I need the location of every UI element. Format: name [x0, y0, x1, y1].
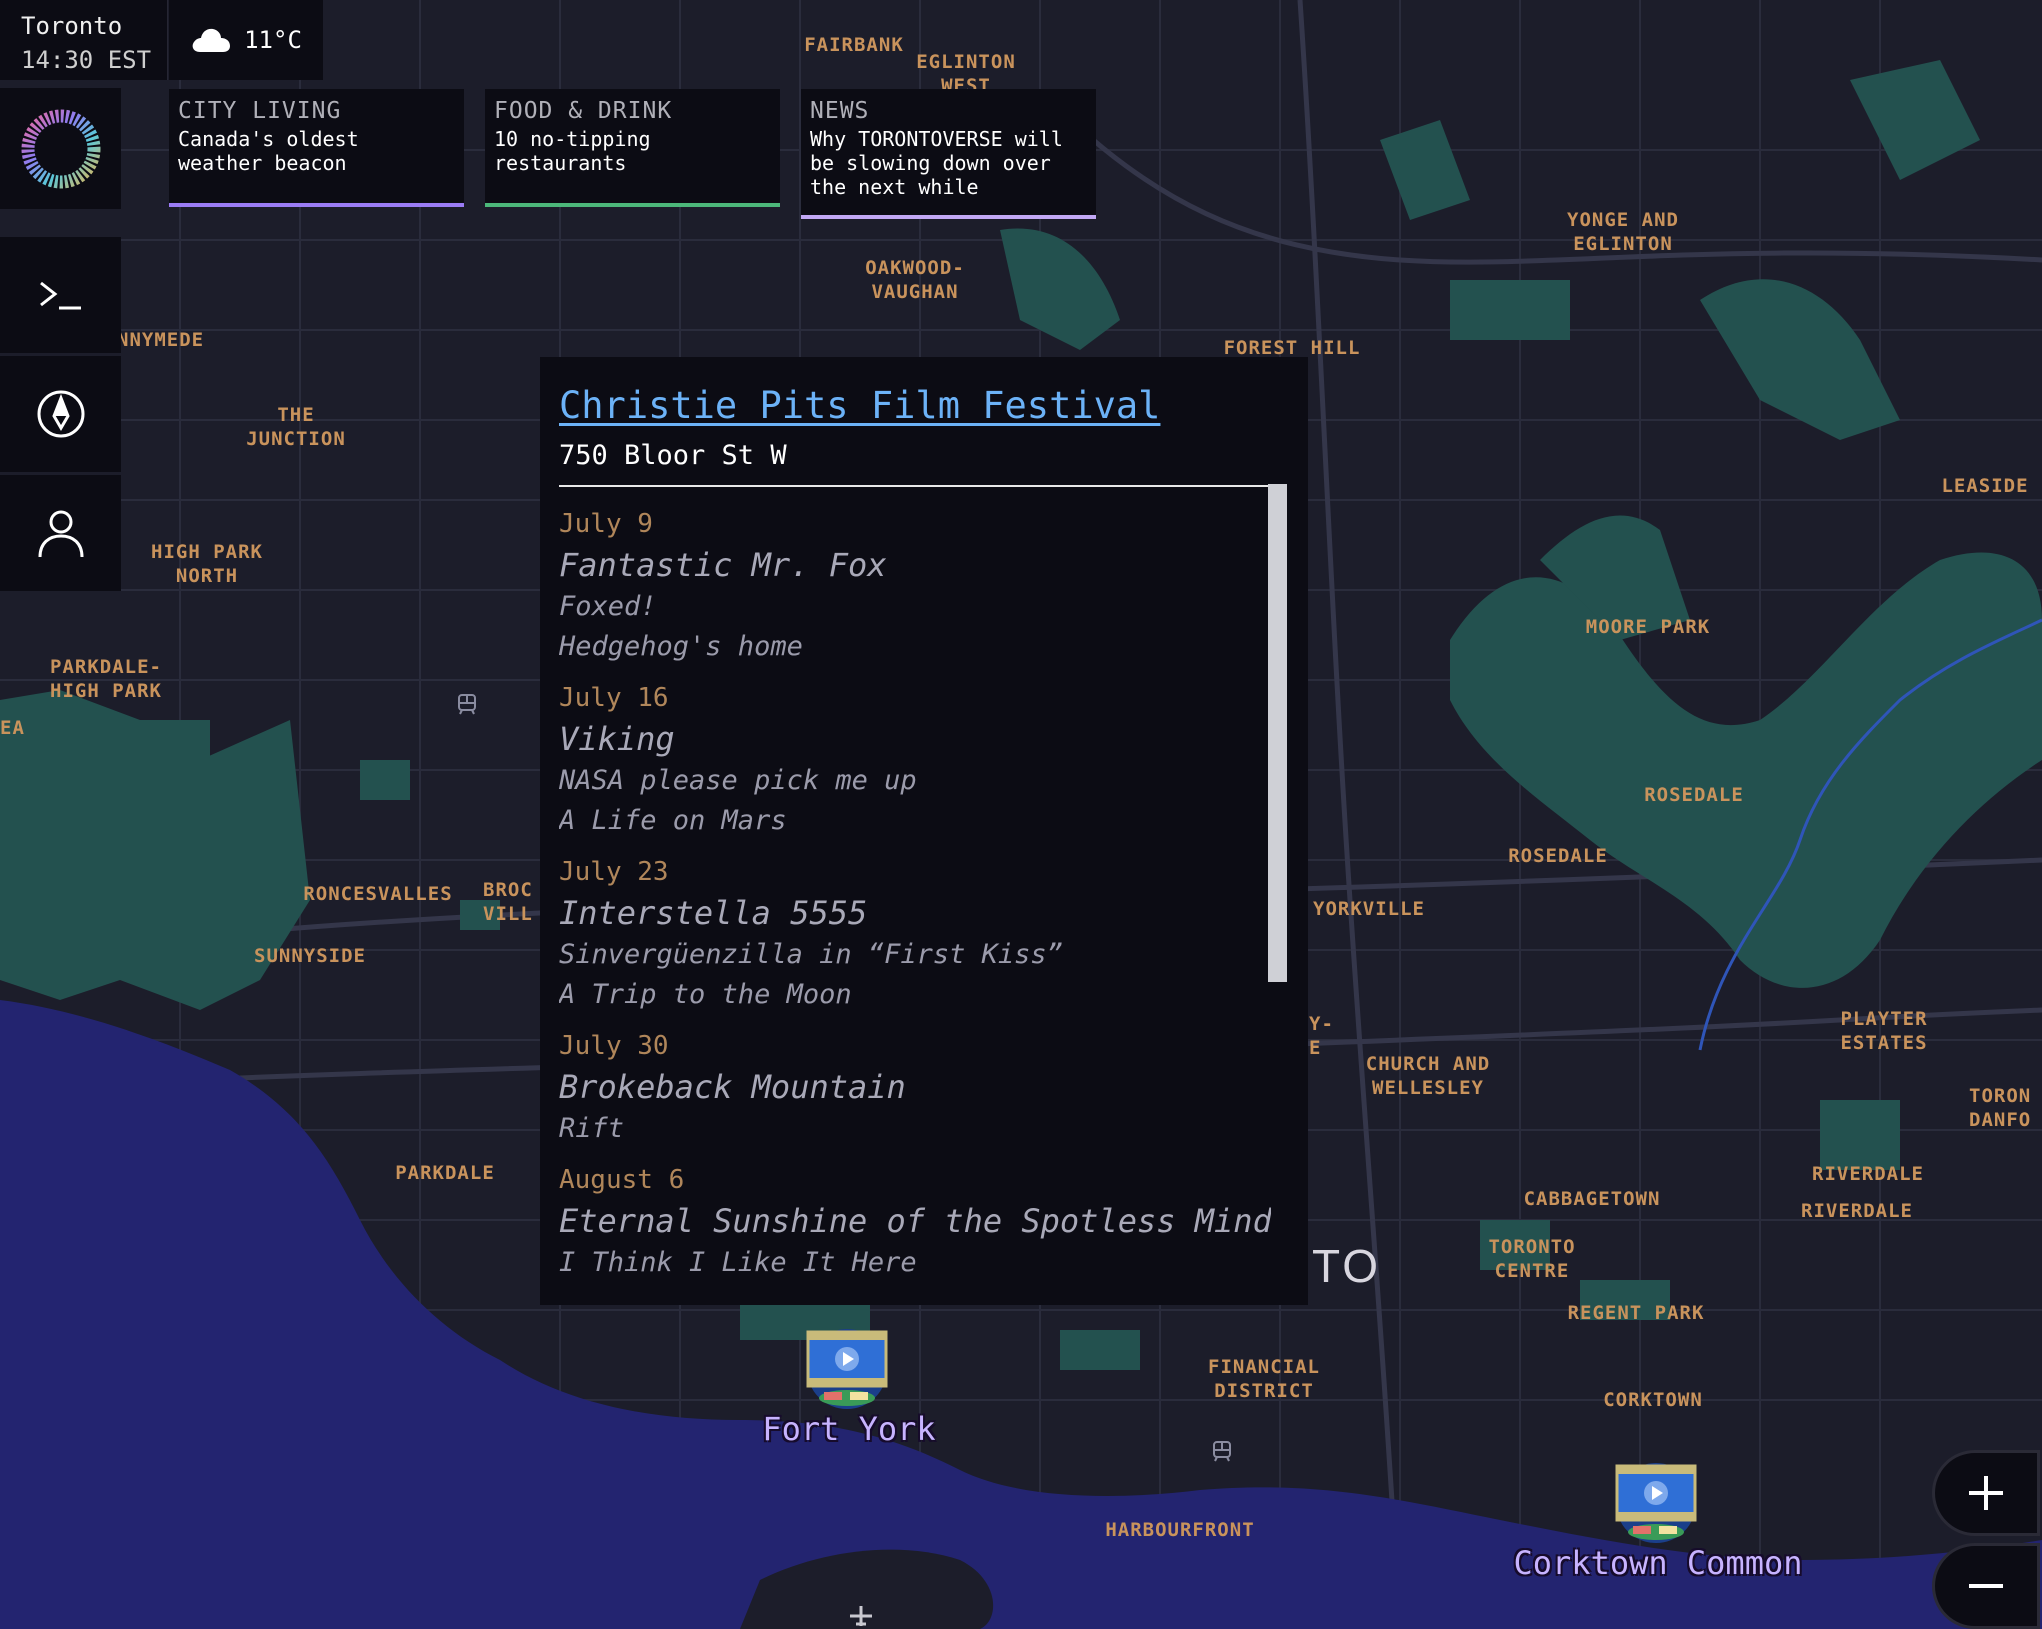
map-label-cabbagetown: CABBAGETOWN: [1523, 1188, 1661, 1210]
news-card-category: CITY LIVING: [178, 98, 342, 124]
map-label-toronto-centre: TORONTO CENTRE: [1488, 1236, 1576, 1282]
zoom-in-button[interactable]: [1932, 1450, 2040, 1536]
schedule-date: July 9: [559, 509, 653, 539]
feature-film: Brokeback Mountain: [559, 1068, 906, 1106]
map-label-riverdale-2: RIVERDALE: [1801, 1200, 1913, 1222]
schedule-list[interactable]: July 9 Fantastic Mr. Fox Foxed! Hedgehog…: [559, 487, 1271, 1277]
compass-icon: [37, 390, 84, 438]
airport-icon: [850, 1606, 872, 1626]
short-film: Foxed!: [559, 591, 657, 622]
map-label-regent-park: REGENT PARK: [1567, 1302, 1705, 1324]
zoom-out-button[interactable]: [1932, 1543, 2040, 1629]
schedule-date: July 23: [559, 857, 669, 887]
map-label-fairbank: FAIRBANK: [804, 34, 904, 56]
map-label-roncesvalles: RONCESVALLES: [303, 883, 453, 905]
short-film: NASA please pick me up: [559, 765, 917, 796]
map-label-oakwood-vaughan: OAKWOOD- VAUGHAN: [865, 257, 965, 303]
map-label-financial-district: FINANCIAL DISTRICT: [1208, 1356, 1320, 1402]
schedule-scrollbar[interactable]: [1268, 484, 1287, 982]
map-label-cut-ye: Y- E: [1309, 1013, 1334, 1059]
map-label-leaside: LEASIDE: [1941, 475, 2029, 497]
map-label-moore-park: MOORE PARK: [1585, 616, 1711, 638]
compass-button[interactable]: [0, 354, 121, 472]
map-label-brockton-village: BROC VILL: [483, 879, 533, 925]
terminal-icon: [39, 281, 81, 310]
short-film: Rift: [559, 1113, 625, 1144]
location-city: Toronto: [21, 12, 123, 40]
news-card-category: FOOD & DRINK: [494, 98, 673, 124]
map-label-parkdale-high-park: PARKDALE- HIGH PARK: [50, 656, 162, 702]
schedule-date: August 6: [559, 1165, 685, 1195]
location-widget[interactable]: Toronto 14:30 EST: [0, 0, 168, 80]
short-film: Hedgehog's home: [559, 631, 803, 662]
news-card-accent-bar: [169, 203, 464, 207]
map-label-rosedale-1: ROSEDALE: [1644, 784, 1744, 806]
location-time: 14:30 EST: [21, 46, 152, 74]
map-label-yonge-eglinton: YONGE AND EGLINTON: [1567, 209, 1679, 255]
event-popup: Christie Pits Film Festival 750 Bloor St…: [540, 357, 1308, 1305]
news-card-news[interactable]: NEWS Why TORONTOVERSE will be slowing do…: [801, 89, 1096, 219]
map-label-playter-estates: PLAYTER ESTATES: [1840, 1008, 1928, 1054]
schedule-day: August 6 Eternal Sunshine of the Spotles…: [559, 1161, 1271, 1277]
film-screen-icon[interactable]: [804, 1326, 890, 1412]
map-label-church-wellesley: CHURCH AND WELLESLEY: [1365, 1053, 1491, 1099]
news-card-accent-bar: [801, 215, 1096, 219]
short-film: A Life on Mars: [559, 805, 787, 836]
map-label-the-junction: THE JUNCTION: [246, 404, 346, 450]
map-label-runnymede: NNYMEDE: [117, 329, 205, 351]
weather-temperature: 11°C: [244, 26, 302, 54]
schedule-day: July 30 Brokeback Mountain Rift: [559, 1027, 1271, 1149]
map-label-city: TO: [1312, 1240, 1382, 1292]
feature-film: Fantastic Mr. Fox: [559, 546, 887, 584]
schedule-day: July 23 Interstella 5555 Sinvergüenzilla…: [559, 853, 1271, 1015]
marker-label-corktown-common[interactable]: Corktown Common: [1514, 1544, 1803, 1582]
map-label-danforth: TORON DANFO: [1969, 1085, 2032, 1131]
map-label-yorkville: YORKVILLE: [1313, 898, 1425, 920]
weather-widget[interactable]: 11°C: [169, 0, 323, 80]
map-label-parkdale: PARKDALE: [395, 1162, 495, 1184]
short-film: I Think I Like It Here: [559, 1247, 917, 1277]
train-station-icon[interactable]: [455, 692, 479, 716]
news-card-accent-bar: [485, 203, 780, 207]
map-label-high-park-north: HIGH PARK NORTH: [151, 541, 263, 587]
feature-film: Viking: [559, 720, 675, 758]
news-card-headline: 10 no-tipping restaurants: [494, 127, 651, 175]
short-film: Sinvergüenzilla in “First Kiss”: [559, 939, 1063, 970]
map-label-sunnyside: SUNNYSIDE: [254, 945, 366, 967]
short-film: A Trip to the Moon: [559, 979, 852, 1010]
news-card-category: NEWS: [810, 98, 870, 124]
profile-button[interactable]: [0, 473, 121, 591]
feature-film: Eternal Sunshine of the Spotless Mind: [559, 1202, 1271, 1240]
map-label-cut-ea: EA: [0, 717, 25, 739]
marker-label-fort-york[interactable]: Fort York: [762, 1410, 935, 1448]
event-address: 750 Bloor St W: [559, 440, 787, 471]
map-label-harbourfront: HARBOURFRONT: [1105, 1519, 1255, 1541]
film-screen-icon[interactable]: [1613, 1460, 1699, 1546]
feature-film: Interstella 5555: [559, 894, 868, 932]
news-card-city-living[interactable]: CITY LIVING Canada's oldest weather beac…: [169, 89, 464, 207]
cloud-icon: [192, 28, 231, 52]
schedule-day: July 16 Viking NASA please pick me up A …: [559, 679, 1271, 841]
map-label-rosedale-2: ROSEDALE: [1508, 845, 1608, 867]
app-logo[interactable]: [0, 88, 121, 209]
event-title-link[interactable]: Christie Pits Film Festival: [559, 381, 1289, 431]
schedule-date: July 30: [559, 1031, 669, 1061]
map-label-corktown: CORKTOWN: [1603, 1389, 1703, 1411]
news-card-food-drink[interactable]: FOOD & DRINK 10 no-tipping restaurants: [485, 89, 780, 207]
user-icon: [38, 510, 83, 558]
terminal-button[interactable]: [0, 235, 121, 353]
schedule-day: July 9 Fantastic Mr. Fox Foxed! Hedgehog…: [559, 505, 1271, 667]
minus-icon: [1969, 1584, 2003, 1588]
news-card-headline: Why TORONTOVERSE will be slowing down ov…: [810, 127, 1063, 199]
logo-ring-icon: [21, 109, 100, 188]
news-card-headline: Canada's oldest weather beacon: [178, 127, 359, 175]
train-station-icon[interactable]: [1210, 1439, 1234, 1463]
schedule-date: July 16: [559, 683, 669, 713]
map-label-riverdale-1: RIVERDALE: [1812, 1163, 1924, 1185]
plus-icon: [1969, 1476, 2003, 1510]
